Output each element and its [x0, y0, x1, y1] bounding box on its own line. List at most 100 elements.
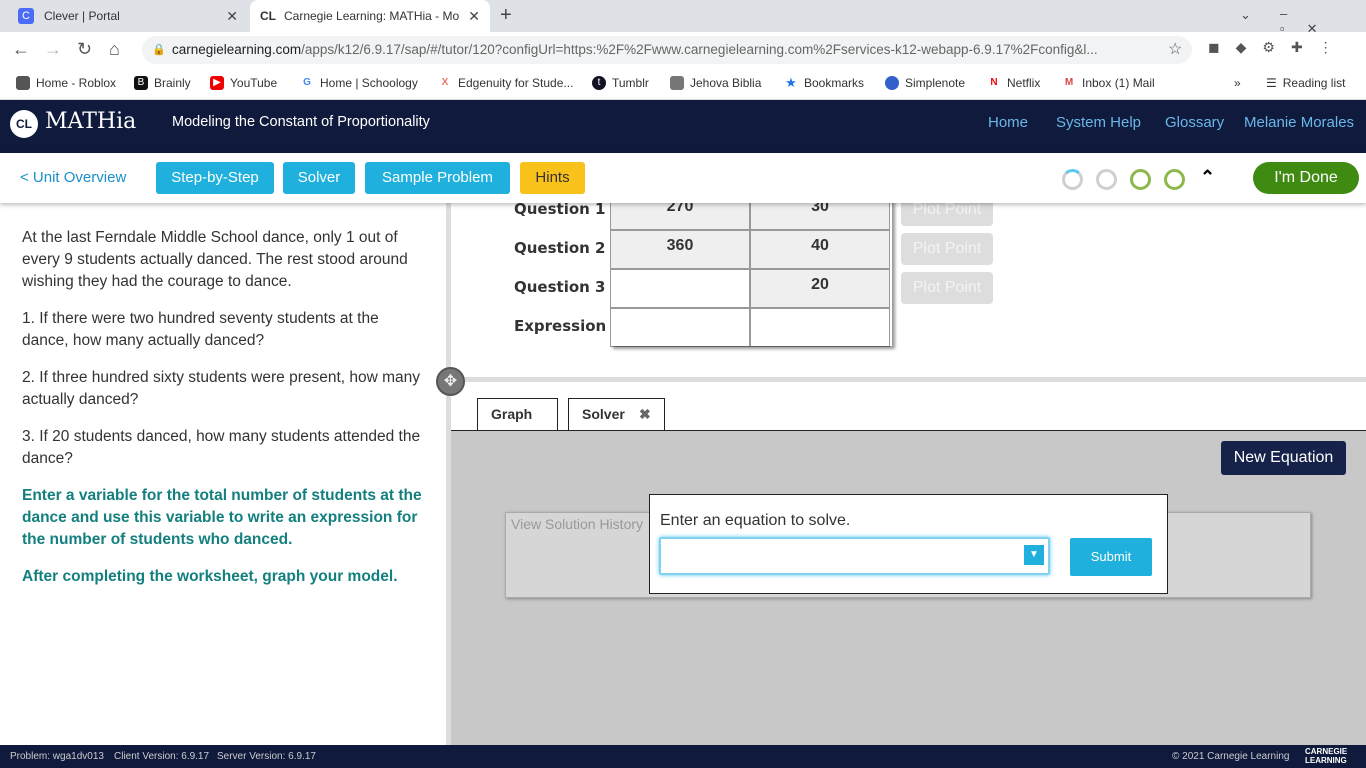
nav-user[interactable]: Melanie Morales [1244, 114, 1354, 131]
tab-title: Clever | Portal [44, 9, 120, 23]
tab-solver[interactable]: Solver ✖ [568, 398, 665, 432]
browser-tab-mathia[interactable]: CL Carnegie Learning: MATHia - Mo ✕ [250, 0, 490, 32]
bookmark-netflix[interactable]: N Netflix [987, 76, 1040, 90]
browser-tab-clever[interactable]: C Clever | Portal ✕ [8, 0, 248, 32]
bookmark-label: Jehova Biblia [690, 76, 762, 90]
nav-home[interactable]: Home [988, 114, 1028, 131]
step-by-step-button[interactable]: Step-by-Step [156, 162, 274, 194]
close-tab-icon[interactable]: ✕ [468, 8, 480, 25]
bookmark-label: Netflix [1007, 76, 1041, 90]
bookmark-bookmarks[interactable]: ★ Bookmarks [784, 76, 864, 90]
instruction-graph: After completing the worksheet, graph yo… [22, 568, 398, 585]
mathia-logo: MATHia [45, 109, 137, 134]
tab-solver-label: Solver [582, 406, 625, 422]
bookmark-label: Home | Schoology [320, 76, 418, 90]
bookmark-youtube[interactable]: ▶ YouTube [210, 76, 277, 90]
bookmark-label: Inbox (1) Mail [1082, 76, 1155, 90]
reload-icon[interactable]: ↻ [77, 39, 92, 60]
bookmark-label: Edgenuity for Stude... [458, 76, 574, 90]
solver-button[interactable]: Solver [283, 162, 355, 194]
tab-graph[interactable]: Graph [477, 398, 558, 431]
reading-list-icon: ☰ [1266, 76, 1277, 90]
forward-icon[interactable]: → [44, 39, 62, 60]
question-3: 3. If 20 students danced, how many stude… [22, 428, 421, 467]
question-2: 2. If three hundred sixty students were … [22, 369, 421, 408]
extension-icons[interactable]: ◼◆⚙✚⋮ [1208, 39, 1349, 56]
reading-list[interactable]: ☰ Reading list [1266, 76, 1345, 90]
tab-search-icon[interactable]: ⌄ [1240, 7, 1251, 23]
problem-panel: At the last Ferndale Middle School dance… [0, 203, 446, 745]
table-shadow [610, 193, 892, 346]
client-version: Client Version: 6.9.17 [114, 751, 210, 762]
progress-ring-icon [1062, 169, 1083, 190]
resize-handle-icon[interactable]: ✥ [436, 367, 465, 396]
url-path: /apps/k12/6.9.17/sap/#/tutor/120?configU… [301, 42, 1098, 57]
hints-button[interactable]: Hints [520, 162, 585, 194]
row-label: Expression [514, 317, 607, 335]
submit-button[interactable]: Submit [1070, 538, 1152, 576]
tab-title: Carnegie Learning: MATHia - Mo [284, 9, 460, 23]
bookmark-brainly[interactable]: B Brainly [134, 76, 191, 90]
equation-input[interactable]: ▼ [659, 537, 1050, 575]
progress-ring-icon [1096, 169, 1117, 190]
new-equation-button[interactable]: New Equation [1221, 441, 1346, 475]
bookmark-simplenote[interactable]: Simplenote [885, 76, 965, 90]
footer: Problem: wga1dv013 Client Version: 6.9.1… [0, 745, 1366, 768]
equation-dialog: Enter an equation to solve. ▼ Submit [649, 494, 1168, 594]
close-tab-icon[interactable]: ✕ [226, 8, 238, 25]
url-input[interactable]: 🔒 carnegielearning.com/apps/k12/6.9.17/sa… [142, 36, 1192, 64]
bookmark-label: Bookmarks [804, 76, 865, 90]
more-bookmarks-icon[interactable]: » [1234, 76, 1241, 90]
back-icon[interactable]: ← [12, 39, 30, 60]
nav-glossary[interactable]: Glossary [1165, 114, 1224, 131]
problem-intro: At the last Ferndale Middle School dance… [22, 229, 408, 290]
new-tab-icon[interactable]: + [500, 4, 512, 27]
cl-logo-icon: CL [10, 110, 38, 138]
bookmark-jehova[interactable]: Jehova Biblia [670, 76, 761, 90]
nav-system-help[interactable]: System Help [1056, 114, 1141, 131]
instruction-variable: Enter a variable for the total number of… [22, 487, 422, 548]
bookmark-label: Brainly [154, 76, 191, 90]
progress-ring-complete-icon [1130, 169, 1151, 190]
section-divider [451, 377, 1366, 382]
plot-point-button[interactable]: Plot Point [901, 272, 993, 304]
browser-tab-bar: C Clever | Portal ✕ CL Carnegie Learning: M… [0, 0, 1366, 36]
bookmark-schoology[interactable]: G Home | Schoology [300, 76, 418, 90]
home-icon[interactable]: ⌂ [109, 39, 120, 60]
row-label: Question 3 [514, 278, 606, 296]
toolbar: < Unit Overview Step-by-Step Solver Samp… [0, 153, 1366, 203]
solver-area: New Equation View Solution History Enter… [451, 430, 1366, 745]
plot-point-button[interactable]: Plot Point [901, 233, 993, 265]
bookmark-tumblr[interactable]: t Tumblr [592, 76, 649, 90]
chevron-up-icon[interactable]: ⌃ [1200, 167, 1215, 188]
bookmark-label: Home - Roblox [36, 76, 117, 90]
sample-problem-button[interactable]: Sample Problem [365, 162, 510, 194]
app-header: CL MATHia Modeling the Constant of Propo… [0, 100, 1366, 153]
reading-list-label: Reading list [1282, 76, 1346, 90]
row-label: Question 2 [514, 239, 606, 257]
bookmark-gmail[interactable]: M Inbox (1) Mail [1062, 76, 1155, 90]
clever-icon: C [18, 8, 34, 24]
worksheet-panel: Question 1 270 30 Plot Point Question 2 36… [451, 191, 1366, 745]
progress-ring-complete-icon [1164, 169, 1185, 190]
bookmark-roblox[interactable]: Home - Roblox [16, 76, 116, 90]
bookmark-label: YouTube [230, 76, 278, 90]
server-version: Server Version: 6.9.17 [217, 751, 316, 762]
bookmark-edgenuity[interactable]: X Edgenuity for Stude... [438, 76, 573, 90]
im-done-button[interactable]: I'm Done [1253, 162, 1359, 194]
view-solution-history[interactable]: View Solution History [511, 516, 643, 532]
dropdown-arrow-icon[interactable]: ▼ [1024, 545, 1044, 565]
lock-icon: 🔒 [152, 44, 166, 56]
star-icon[interactable]: ☆ [1168, 39, 1182, 59]
cl-icon: CL [260, 9, 276, 23]
close-icon[interactable]: ✖ [639, 399, 651, 429]
address-bar-row: ← → ↻ ⌂ 🔒 carnegielearning.com/apps/k12/6… [0, 32, 1366, 68]
bookmark-label: Simplenote [905, 76, 966, 90]
bookmark-label: Tumblr [612, 76, 649, 90]
bookmarks-bar: Home - Roblox B Brainly ▶ YouTube G Home | … [0, 68, 1366, 100]
url-host: carnegielearning.com [172, 42, 302, 57]
problem-id: Problem: wga1dv013 [10, 751, 104, 762]
question-1: 1. If there were two hundred seventy stu… [22, 310, 379, 349]
lesson-title: Modeling the Constant of Proportionality [172, 114, 430, 130]
unit-overview-link[interactable]: < Unit Overview [20, 169, 126, 186]
